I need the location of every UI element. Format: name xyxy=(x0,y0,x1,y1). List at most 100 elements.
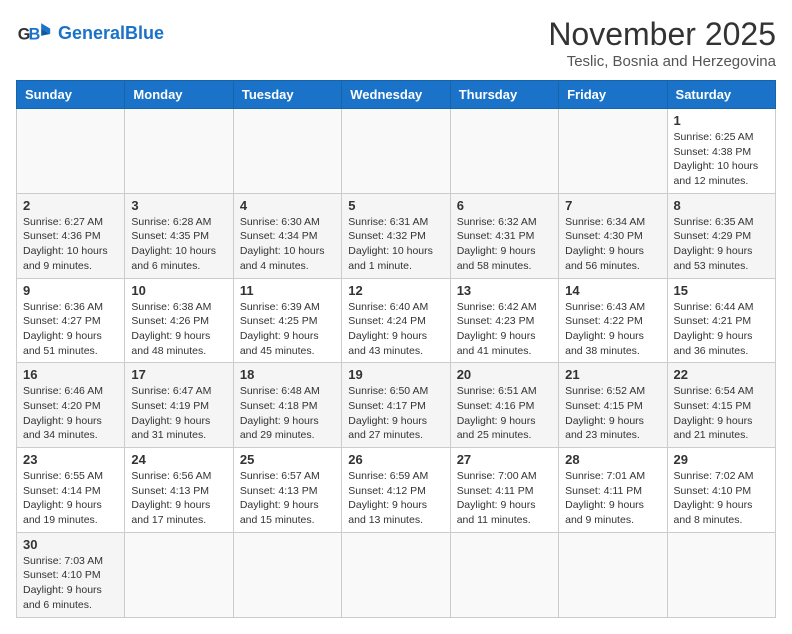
calendar-cell: 27Sunrise: 7:00 AMSunset: 4:11 PMDayligh… xyxy=(450,448,558,533)
day-info: Sunrise: 6:35 AMSunset: 4:29 PMDaylight:… xyxy=(674,215,769,274)
day-info: Sunrise: 6:50 AMSunset: 4:17 PMDaylight:… xyxy=(348,384,443,443)
calendar-cell: 13 Sunrise: 6:42 AMSunset: 4:23 PMDayligh… xyxy=(450,278,558,363)
calendar-cell xyxy=(233,109,341,194)
day-info: Sunrise: 6:47 AMSunset: 4:19 PMDaylight:… xyxy=(131,384,226,443)
day-info: Sunrise: 6:42 AMSunset: 4:23 PMDaylight:… xyxy=(457,300,552,359)
calendar-cell: 4 Sunrise: 6:30 AMSunset: 4:34 PMDaylight… xyxy=(233,193,341,278)
calendar-cell: 19 Sunrise: 6:50 AMSunset: 4:17 PMDayligh… xyxy=(342,363,450,448)
day-info: Sunrise: 6:46 AMSunset: 4:20 PMDaylight:… xyxy=(23,384,118,443)
calendar-cell: 17 Sunrise: 6:47 AMSunset: 4:19 PMDayligh… xyxy=(125,363,233,448)
day-info: Sunrise: 7:02 AMSunset: 4:10 PMDaylight:… xyxy=(674,469,769,528)
calendar-cell: 3Sunrise: 6:28 AMSunset: 4:35 PMDaylight… xyxy=(125,193,233,278)
calendar-cell: 12 Sunrise: 6:40 AMSunset: 4:24 PMDayligh… xyxy=(342,278,450,363)
calendar-cell: 25 Sunrise: 6:57 AMSunset: 4:13 PMDayligh… xyxy=(233,448,341,533)
day-number: 26 xyxy=(348,452,443,467)
calendar-cell: 29 Sunrise: 7:02 AMSunset: 4:10 PMDayligh… xyxy=(667,448,775,533)
calendar-cell: 22 Sunrise: 6:54 AMSunset: 4:15 PMDayligh… xyxy=(667,363,775,448)
calendar-cell: 8 Sunrise: 6:35 AMSunset: 4:29 PMDaylight… xyxy=(667,193,775,278)
day-number: 6 xyxy=(457,198,552,213)
svg-text:B: B xyxy=(29,25,41,43)
day-number: 17 xyxy=(131,367,226,382)
calendar-cell: 5 Sunrise: 6:31 AMSunset: 4:32 PMDaylight… xyxy=(342,193,450,278)
day-number: 9 xyxy=(23,283,118,298)
day-info: Sunrise: 6:56 AMSunset: 4:13 PMDaylight:… xyxy=(131,469,226,528)
day-info: Sunrise: 6:32 AMSunset: 4:31 PMDaylight:… xyxy=(457,215,552,274)
day-number: 15 xyxy=(674,283,769,298)
calendar-cell: 30Sunrise: 7:03 AMSunset: 4:10 PMDayligh… xyxy=(17,532,125,617)
logo-text: GeneralBlue xyxy=(58,24,164,44)
location-title: Teslic, Bosnia and Herzegovina xyxy=(548,53,776,70)
calendar-cell: 10Sunrise: 6:38 AMSunset: 4:26 PMDayligh… xyxy=(125,278,233,363)
day-number: 28 xyxy=(565,452,660,467)
logo: G B GeneralBlue xyxy=(16,16,164,52)
day-info: Sunrise: 6:55 AMSunset: 4:14 PMDaylight:… xyxy=(23,469,118,528)
day-number: 19 xyxy=(348,367,443,382)
day-info: Sunrise: 6:38 AMSunset: 4:26 PMDaylight:… xyxy=(131,300,226,359)
calendar-week-row: 30Sunrise: 7:03 AMSunset: 4:10 PMDayligh… xyxy=(17,532,776,617)
day-number: 16 xyxy=(23,367,118,382)
calendar-cell xyxy=(342,109,450,194)
day-number: 11 xyxy=(240,283,335,298)
day-number: 4 xyxy=(240,198,335,213)
day-info: Sunrise: 6:59 AMSunset: 4:12 PMDaylight:… xyxy=(348,469,443,528)
day-number: 25 xyxy=(240,452,335,467)
day-number: 8 xyxy=(674,198,769,213)
calendar-week-row: 2 Sunrise: 6:27 AMSunset: 4:36 PMDaylight… xyxy=(17,193,776,278)
day-info: Sunrise: 6:48 AMSunset: 4:18 PMDaylight:… xyxy=(240,384,335,443)
day-info: Sunrise: 6:28 AMSunset: 4:35 PMDaylight:… xyxy=(131,215,226,274)
calendar-cell: 6 Sunrise: 6:32 AMSunset: 4:31 PMDaylight… xyxy=(450,193,558,278)
calendar-cell: 26 Sunrise: 6:59 AMSunset: 4:12 PMDayligh… xyxy=(342,448,450,533)
calendar-cell xyxy=(450,532,558,617)
day-info: Sunrise: 6:34 AMSunset: 4:30 PMDaylight:… xyxy=(565,215,660,274)
day-header-friday: Friday xyxy=(559,81,667,109)
calendar-cell: 18Sunrise: 6:48 AMSunset: 4:18 PMDayligh… xyxy=(233,363,341,448)
calendar-cell: 21 Sunrise: 6:52 AMSunset: 4:15 PMDayligh… xyxy=(559,363,667,448)
calendar-cell: 7 Sunrise: 6:34 AMSunset: 4:30 PMDaylight… xyxy=(559,193,667,278)
calendar-cell: 16 Sunrise: 6:46 AMSunset: 4:20 PMDayligh… xyxy=(17,363,125,448)
day-header-thursday: Thursday xyxy=(450,81,558,109)
day-header-wednesday: Wednesday xyxy=(342,81,450,109)
calendar-cell: 28 Sunrise: 7:01 AMSunset: 4:11 PMDayligh… xyxy=(559,448,667,533)
day-info: Sunrise: 6:44 AMSunset: 4:21 PMDaylight:… xyxy=(674,300,769,359)
day-info: Sunrise: 7:00 AMSunset: 4:11 PMDaylight:… xyxy=(457,469,552,528)
day-info: Sunrise: 6:40 AMSunset: 4:24 PMDaylight:… xyxy=(348,300,443,359)
day-info: Sunrise: 6:31 AMSunset: 4:32 PMDaylight:… xyxy=(348,215,443,274)
logo-icon: G B xyxy=(16,16,52,52)
day-number: 7 xyxy=(565,198,660,213)
day-info: Sunrise: 6:39 AMSunset: 4:25 PMDaylight:… xyxy=(240,300,335,359)
day-info: Sunrise: 6:30 AMSunset: 4:34 PMDaylight:… xyxy=(240,215,335,274)
day-number: 22 xyxy=(674,367,769,382)
day-info: Sunrise: 6:43 AMSunset: 4:22 PMDaylight:… xyxy=(565,300,660,359)
day-number: 1 xyxy=(674,113,769,128)
calendar-week-row: 1Sunrise: 6:25 AMSunset: 4:38 PMDaylight… xyxy=(17,109,776,194)
calendar-week-row: 9Sunrise: 6:36 AMSunset: 4:27 PMDaylight… xyxy=(17,278,776,363)
calendar-cell: 1Sunrise: 6:25 AMSunset: 4:38 PMDaylight… xyxy=(667,109,775,194)
calendar-cell: 11 Sunrise: 6:39 AMSunset: 4:25 PMDayligh… xyxy=(233,278,341,363)
calendar-cell: 24 Sunrise: 6:56 AMSunset: 4:13 PMDayligh… xyxy=(125,448,233,533)
day-number: 5 xyxy=(348,198,443,213)
calendar-cell xyxy=(233,532,341,617)
calendar-table: SundayMondayTuesdayWednesdayThursdayFrid… xyxy=(16,80,776,618)
day-number: 12 xyxy=(348,283,443,298)
calendar-cell xyxy=(342,532,450,617)
day-number: 23 xyxy=(23,452,118,467)
day-info: Sunrise: 6:57 AMSunset: 4:13 PMDaylight:… xyxy=(240,469,335,528)
calendar-header-row: SundayMondayTuesdayWednesdayThursdayFrid… xyxy=(17,81,776,109)
calendar-cell: 9Sunrise: 6:36 AMSunset: 4:27 PMDaylight… xyxy=(17,278,125,363)
calendar-cell xyxy=(667,532,775,617)
calendar-cell xyxy=(125,109,233,194)
day-number: 21 xyxy=(565,367,660,382)
day-header-tuesday: Tuesday xyxy=(233,81,341,109)
day-info: Sunrise: 6:27 AMSunset: 4:36 PMDaylight:… xyxy=(23,215,118,274)
calendar-cell xyxy=(559,109,667,194)
day-number: 2 xyxy=(23,198,118,213)
logo-blue: Blue xyxy=(125,23,164,43)
day-number: 29 xyxy=(674,452,769,467)
day-info: Sunrise: 6:52 AMSunset: 4:15 PMDaylight:… xyxy=(565,384,660,443)
day-number: 13 xyxy=(457,283,552,298)
day-number: 24 xyxy=(131,452,226,467)
logo-general: General xyxy=(58,23,125,43)
day-info: Sunrise: 7:01 AMSunset: 4:11 PMDaylight:… xyxy=(565,469,660,528)
calendar-cell: 23 Sunrise: 6:55 AMSunset: 4:14 PMDayligh… xyxy=(17,448,125,533)
day-info: Sunrise: 6:54 AMSunset: 4:15 PMDaylight:… xyxy=(674,384,769,443)
